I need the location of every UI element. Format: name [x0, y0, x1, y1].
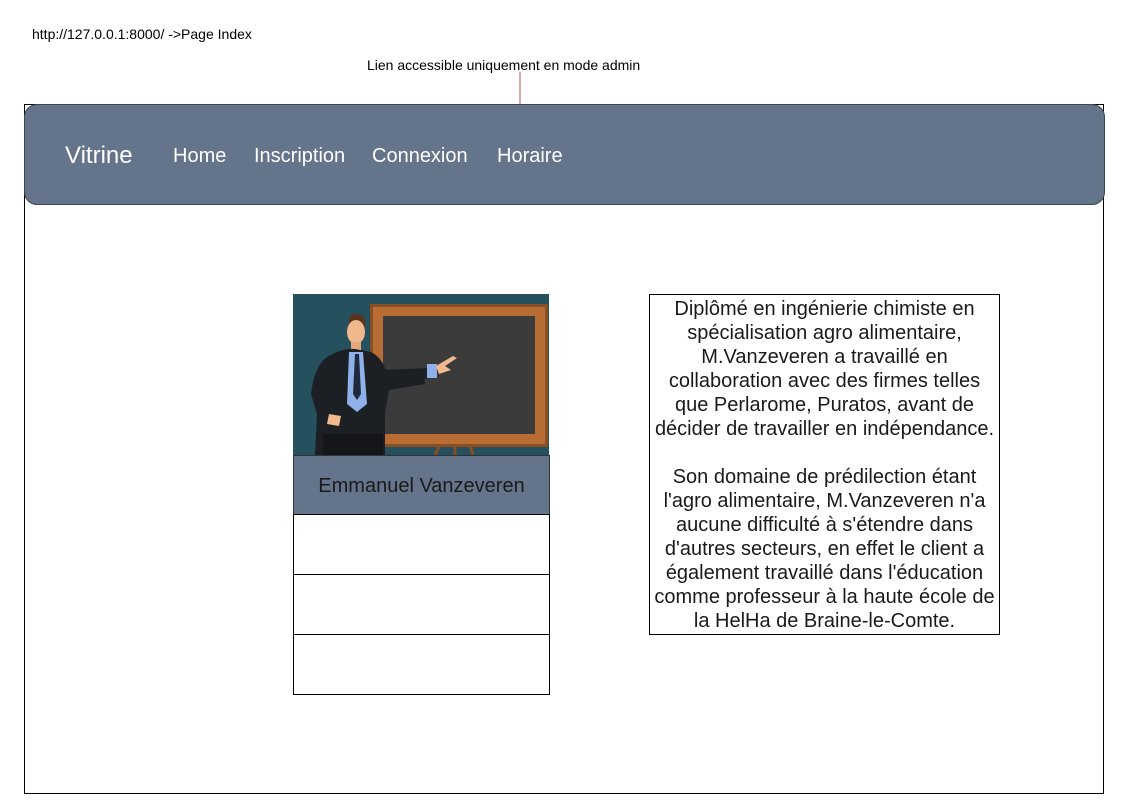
- admin-link-annotation: Lien accessible uniquement en mode admin: [367, 57, 641, 73]
- bio-paragraph-2: Son domaine de prédilection étant l'agro…: [654, 466, 995, 632]
- teacher-illustration: [293, 294, 549, 455]
- bio-paragraph-1: Diplômé en ingénierie chimiste en spécia…: [654, 298, 995, 440]
- brand-link[interactable]: Vitrine: [65, 142, 133, 170]
- profile-card-row-3: [293, 634, 550, 695]
- profile-card: Emmanuel Vanzeveren: [293, 294, 550, 695]
- profile-card-row-1: [293, 514, 550, 575]
- profile-name: Emmanuel Vanzeveren: [293, 455, 550, 515]
- nav-link-connexion[interactable]: Connexion: [372, 144, 468, 168]
- nav-link-horaire[interactable]: Horaire: [497, 144, 563, 168]
- navbar: Vitrine Home Inscription Connexion Horai…: [24, 104, 1105, 205]
- profile-card-row-2: [293, 574, 550, 635]
- nav-link-inscription[interactable]: Inscription: [254, 144, 345, 168]
- teacher-at-blackboard-image: [293, 294, 549, 455]
- biography-box: Diplômé en ingénierie chimiste en spécia…: [649, 294, 1000, 635]
- nav-link-home[interactable]: Home: [173, 144, 226, 168]
- url-annotation: http://127.0.0.1:8000/ ->Page Index: [32, 26, 252, 42]
